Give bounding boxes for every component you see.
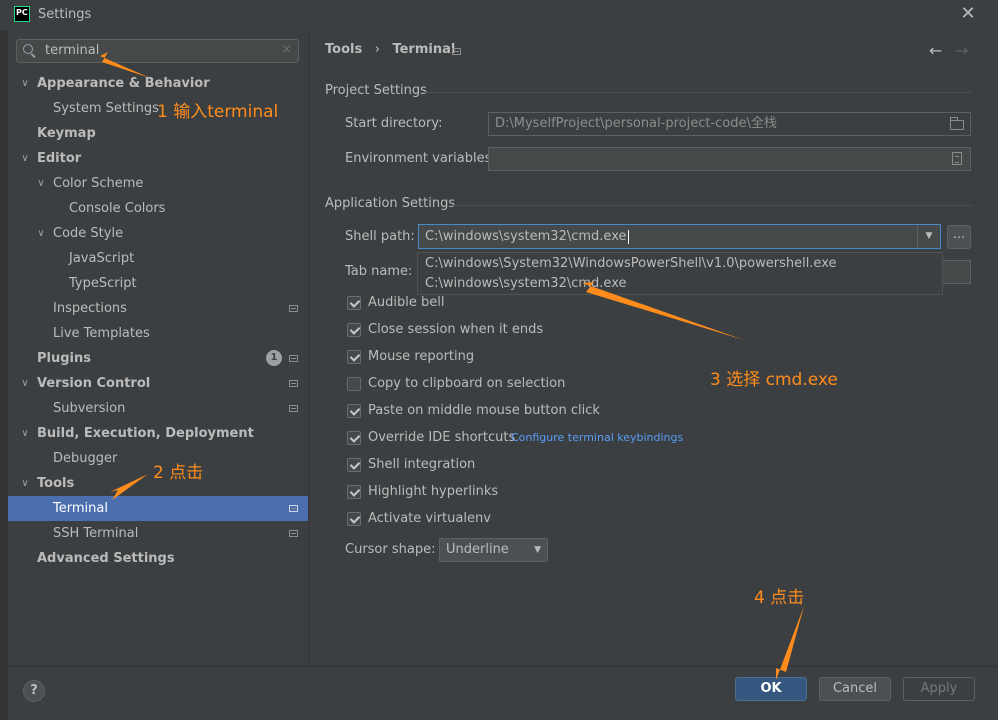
annotation-arrow-1 [100,52,150,78]
annotation-arrows [100,52,804,680]
annotation-arrow-2 [110,474,148,500]
annotation-arrow-4 [776,606,804,680]
annotation-arrow-3 [582,282,744,340]
